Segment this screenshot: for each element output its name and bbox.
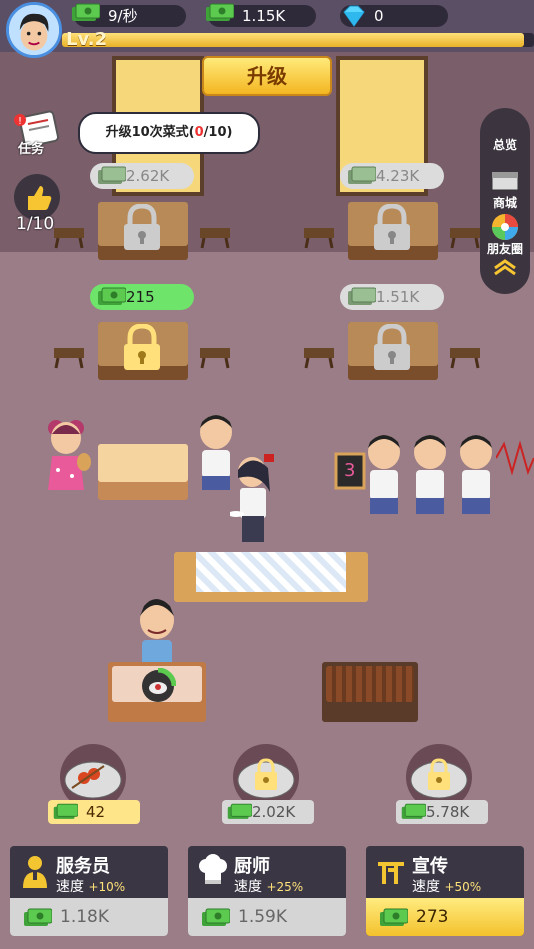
- task-progress-current: 0: [194, 125, 204, 140]
- level-progress-fill: [62, 33, 524, 47]
- stool-icon: [54, 348, 84, 369]
- waiting-customers-queue: [368, 435, 492, 514]
- upgrade-button[interactable]: 升级: [202, 56, 332, 96]
- upgrade-cost: 1.59K: [238, 907, 287, 927]
- lock-icon: [374, 324, 410, 370]
- income-rate-text: 9/秒: [108, 7, 138, 25]
- waiter-title: 服务员: [56, 856, 110, 877]
- diamond-icon: [343, 5, 365, 27]
- chef-upgrade-panel: 厨师 速度 +25% 1.59K: [188, 846, 346, 936]
- task-text-prefix: 升级10次菜式(: [105, 125, 195, 140]
- level-label: Lv.2: [66, 29, 108, 50]
- table-unlock-price-1[interactable]: 2.62K: [90, 163, 194, 189]
- table-top: [98, 444, 188, 482]
- dish-upgrade-cost-2[interactable]: 2.02K: [222, 800, 314, 824]
- table-price: 215: [126, 288, 155, 306]
- cash-icon: [206, 3, 234, 21]
- customer-woman: [48, 420, 91, 490]
- table-unlock-price-4[interactable]: 1.51K: [340, 284, 444, 310]
- waiter-upgrade-panel: 服务员 速度 +10% 1.18K: [10, 846, 168, 936]
- table-unlock-price-2[interactable]: 4.23K: [340, 163, 444, 189]
- promotion-upgrade-panel: 宣传 速度 +50% 273: [366, 846, 524, 936]
- cash-icon: [202, 908, 230, 926]
- task-text-suffix: /10): [203, 125, 233, 140]
- cash-icon: [380, 908, 408, 926]
- shop-button[interactable]: 商城: [480, 194, 530, 211]
- stool-icon: [54, 228, 84, 249]
- gem-display: 0: [340, 5, 448, 27]
- cash-icon: [348, 287, 376, 305]
- table-price: 2.62K: [126, 167, 170, 185]
- owner-face-icon: [9, 5, 59, 55]
- serving-counter: [174, 552, 368, 602]
- waiter-speed: 速度 +10%: [56, 876, 125, 896]
- cash-icon: [98, 287, 126, 305]
- cash-icon: [24, 908, 52, 926]
- speed-pct: +50%: [444, 880, 482, 894]
- stool-icon: [304, 348, 334, 369]
- task-icon-label: 任务: [18, 142, 45, 157]
- overview-button[interactable]: 总览: [480, 136, 530, 153]
- dish-cost: 5.78K: [426, 803, 470, 821]
- stool-icon: [200, 228, 230, 249]
- cash-icon: [401, 803, 426, 819]
- table-price: 4.23K: [376, 167, 420, 185]
- stool-icon: [450, 348, 480, 369]
- cooking-progress-icon: [142, 668, 176, 702]
- speed-label: 速度: [234, 879, 262, 895]
- queue-count: 3: [344, 460, 356, 481]
- income-rate-display: 9/秒: [72, 3, 186, 27]
- table-unlock-price-3[interactable]: 215: [90, 284, 194, 310]
- grill-station-2[interactable]: [322, 662, 418, 722]
- upgrade-cost: 273: [416, 907, 449, 927]
- speed-label: 速度: [56, 879, 84, 895]
- lock-icon: [124, 324, 160, 370]
- speed-pct: +25%: [266, 880, 304, 894]
- tablecloth: [196, 552, 346, 592]
- cash-icon: [98, 166, 126, 184]
- grill-top: [326, 666, 414, 702]
- moments-aperture-icon: [492, 214, 518, 240]
- lock-icon: [374, 204, 410, 250]
- cash-icon: [72, 3, 100, 21]
- task-bubble[interactable]: 升级10次菜式(0/10): [78, 112, 260, 154]
- promotion-speed: 速度 +50%: [412, 876, 481, 896]
- player-avatar[interactable]: [6, 2, 62, 58]
- speed-pct: +10%: [88, 880, 126, 894]
- dish-upgrade-cost-3[interactable]: 5.78K: [396, 800, 488, 824]
- promotion-sign-icon: [378, 862, 404, 884]
- stool-icon: [200, 348, 230, 369]
- dish-cost: 2.02K: [252, 803, 296, 821]
- waiter-icon: [23, 856, 47, 888]
- shop-icon: [491, 172, 519, 191]
- lock-icon: [124, 204, 160, 250]
- stool-icon: [450, 228, 480, 249]
- cash-display: 1.15K: [206, 3, 316, 27]
- dish-cost: 42: [86, 803, 106, 821]
- cash-icon: [348, 166, 376, 184]
- chef-hat-icon: [199, 854, 227, 884]
- waitress: [230, 454, 274, 542]
- upgrade-cost: 1.18K: [60, 907, 109, 927]
- cash-amount: 1.15K: [242, 7, 286, 25]
- dish-upgrade-cost-1[interactable]: 42: [48, 800, 140, 824]
- table-price: 1.51K: [376, 288, 420, 306]
- gem-count: 0: [374, 7, 384, 25]
- cash-icon: [227, 803, 252, 819]
- chevron-up-icon[interactable]: [492, 258, 518, 276]
- chef-speed: 速度 +25%: [234, 876, 303, 896]
- svg-text:!: !: [18, 116, 22, 127]
- speed-label: 速度: [412, 879, 440, 895]
- stool-icon: [304, 228, 334, 249]
- occupied-table: [98, 444, 188, 500]
- moments-button[interactable]: 朋友圈: [480, 240, 530, 257]
- likes-count: 1/10: [16, 214, 55, 234]
- cash-icon: [53, 803, 78, 819]
- chef-title: 厨师: [234, 856, 270, 877]
- promotion-title: 宣传: [412, 856, 448, 877]
- queue-rope: [496, 440, 534, 476]
